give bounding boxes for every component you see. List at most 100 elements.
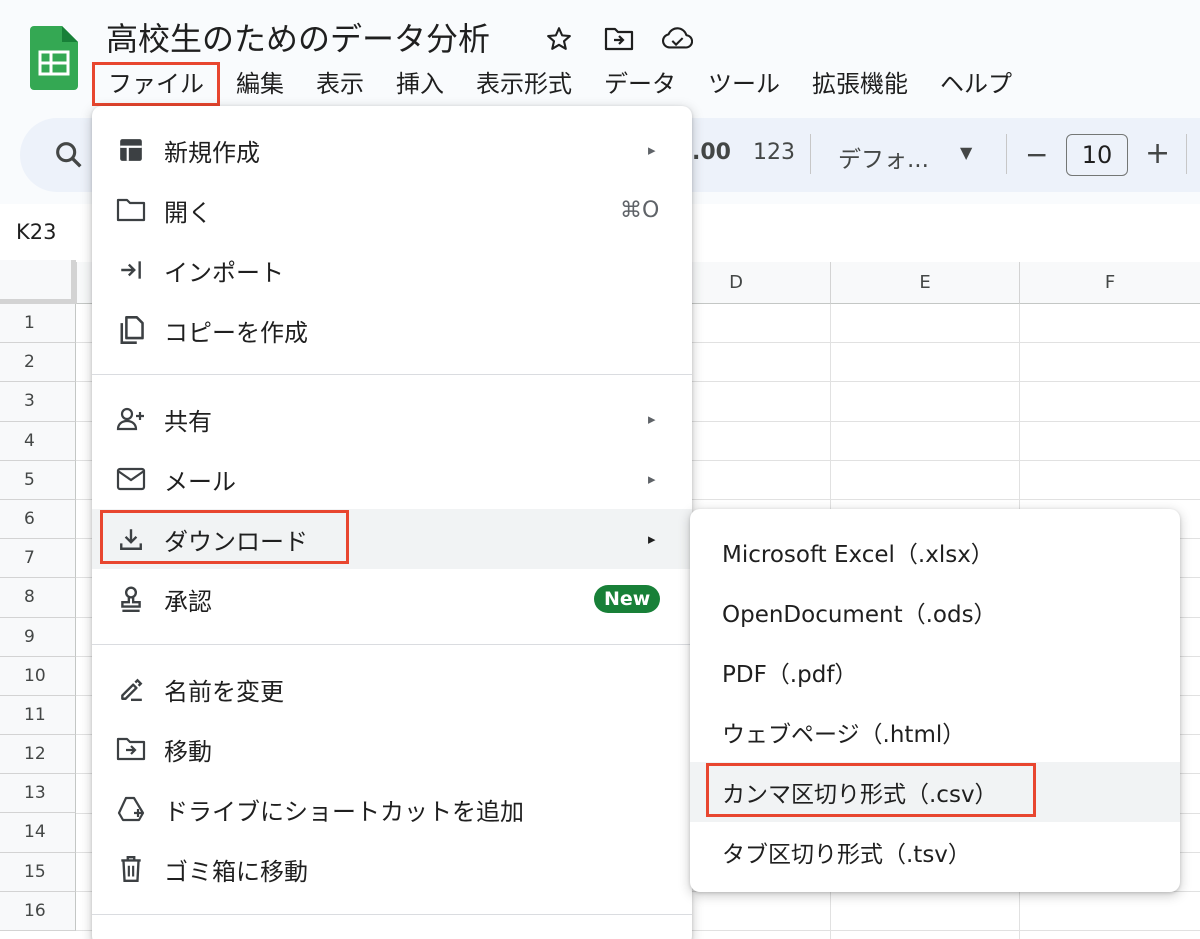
row-header[interactable]: 10 <box>0 656 76 696</box>
file-menu-make-copy[interactable]: コピーを作成 <box>92 300 692 360</box>
menu-view[interactable]: 表示 <box>300 62 380 106</box>
shortcut-text: ⌘O <box>620 197 660 223</box>
row-header[interactable]: 15 <box>0 852 76 892</box>
search-icon[interactable] <box>52 138 86 172</box>
row-header[interactable]: 6 <box>0 499 76 540</box>
row-header[interactable]: 13 <box>0 774 76 814</box>
download-csv[interactable]: カンマ区切り形式（.csv） <box>690 762 1180 822</box>
file-menu-label: ゴミ箱に移動 <box>164 857 308 886</box>
row-header[interactable]: 9 <box>0 617 76 657</box>
menu-format[interactable]: 表示形式 <box>460 62 588 106</box>
file-menu-label: 移動 <box>164 737 212 766</box>
row-header[interactable]: 12 <box>0 735 76 775</box>
menu-data[interactable]: データ <box>588 62 692 106</box>
menu-insert[interactable]: 挿入 <box>380 62 460 106</box>
download-html[interactable]: ウェブページ（.html） <box>690 702 1180 762</box>
select-all-corner[interactable] <box>0 260 76 304</box>
file-menu-move[interactable]: 移動 <box>92 719 692 779</box>
drive-shortcut-icon <box>116 794 146 824</box>
name-box[interactable]: K23 <box>16 220 57 244</box>
file-menu-label: インポート <box>164 258 284 287</box>
file-menu-label: ダウンロード <box>164 527 308 556</box>
file-menu-label: 名前を変更 <box>164 677 284 706</box>
menu-file[interactable]: ファイル <box>92 62 220 106</box>
menu-divider <box>92 374 692 375</box>
file-menu-label: コピーを作成 <box>164 318 308 347</box>
submenu-label: OpenDocument（.ods） <box>722 602 997 628</box>
file-menu-share[interactable]: 共有 ▸ <box>92 389 692 449</box>
file-menu-email[interactable]: メール ▸ <box>92 449 692 509</box>
download-pdf[interactable]: PDF（.pdf） <box>690 642 1180 702</box>
approval-stamp-icon <box>116 584 146 614</box>
new-badge: New <box>594 585 661 613</box>
move-to-folder-icon[interactable] <box>603 24 635 54</box>
file-menu-label: 承認 <box>164 587 212 616</box>
file-menu-label: 共有 <box>164 407 212 436</box>
chevron-down-icon[interactable]: ▼ <box>960 143 972 162</box>
submenu-label: タブ区切り形式（.tsv） <box>722 842 971 868</box>
download-icon <box>116 524 146 554</box>
row-header[interactable]: 2 <box>0 343 76 383</box>
share-person-icon <box>116 404 146 434</box>
sheets-logo-icon[interactable] <box>30 26 78 90</box>
file-menu-label: ドライブにショートカットを追加 <box>164 797 524 826</box>
row-headers: 1 2 3 4 5 6 7 8 9 10 11 12 13 14 15 16 <box>0 304 76 931</box>
copy-icon <box>116 315 146 345</box>
file-menu-download[interactable]: ダウンロード ▸ <box>92 509 692 569</box>
file-menu-approvals[interactable]: 承認 New <box>92 569 692 629</box>
row-header[interactable]: 3 <box>0 382 76 422</box>
folder-open-icon <box>116 195 146 225</box>
submenu-label: ウェブページ（.html） <box>722 722 966 748</box>
increase-decimal-button[interactable]: .00 <box>692 140 731 165</box>
font-size-decrease-button[interactable]: − <box>1025 138 1048 171</box>
row-header[interactable]: 16 <box>0 891 76 931</box>
toolbar-divider <box>1006 134 1007 174</box>
submenu-arrow-icon: ▸ <box>648 141 656 159</box>
menu-extensions[interactable]: 拡張機能 <box>796 62 924 106</box>
file-menu-label: メール <box>164 467 236 496</box>
move-folder-icon <box>116 734 146 764</box>
download-submenu: Microsoft Excel（.xlsx） OpenDocument（.ods… <box>690 509 1180 892</box>
menu-edit[interactable]: 編集 <box>220 62 300 106</box>
font-family-select[interactable]: デフォ... <box>838 140 929 174</box>
menu-tools[interactable]: ツール <box>692 62 796 106</box>
file-menu-new[interactable]: 新規作成 ▸ <box>92 120 692 180</box>
mail-icon <box>116 464 146 494</box>
row-header[interactable]: 1 <box>0 304 76 344</box>
row-header[interactable]: 4 <box>0 421 76 461</box>
rename-pencil-icon <box>116 674 146 704</box>
row-header[interactable]: 8 <box>0 578 76 618</box>
file-menu-import[interactable]: インポート <box>92 240 692 300</box>
new-sheet-icon <box>116 135 146 165</box>
font-size-input[interactable]: 10 <box>1066 134 1128 176</box>
download-xlsx[interactable]: Microsoft Excel（.xlsx） <box>690 522 1180 582</box>
submenu-label: Microsoft Excel（.xlsx） <box>722 542 994 568</box>
file-menu-trash[interactable]: ゴミ箱に移動 <box>92 839 692 899</box>
font-size-increase-button[interactable]: + <box>1145 136 1170 171</box>
import-icon <box>116 255 146 285</box>
file-menu-add-shortcut[interactable]: ドライブにショートカットを追加 <box>92 779 692 839</box>
row-header[interactable]: 14 <box>0 813 76 853</box>
column-header-e[interactable]: E <box>830 262 1019 304</box>
submenu-label: PDF（.pdf） <box>722 662 858 688</box>
download-ods[interactable]: OpenDocument（.ods） <box>690 582 1180 642</box>
document-title[interactable]: 高校生のためのデータ分析 <box>106 14 490 60</box>
submenu-label: カンマ区切り形式（.csv） <box>722 782 998 808</box>
row-header[interactable]: 11 <box>0 695 76 736</box>
file-menu-rename[interactable]: 名前を変更 <box>92 659 692 719</box>
row-header[interactable]: 7 <box>0 539 76 579</box>
star-icon[interactable] <box>543 24 575 54</box>
menu-divider <box>92 644 692 645</box>
toolbar-divider <box>810 134 811 174</box>
number-format-button[interactable]: 123 <box>753 140 795 165</box>
row-header[interactable]: 5 <box>0 460 76 500</box>
column-header-f[interactable]: F <box>1019 262 1200 304</box>
submenu-arrow-icon: ▸ <box>648 530 656 548</box>
file-menu-open[interactable]: 開く ⌘O <box>92 180 692 240</box>
menu-divider <box>92 914 692 915</box>
download-tsv[interactable]: タブ区切り形式（.tsv） <box>690 822 1180 882</box>
menu-help[interactable]: ヘルプ <box>924 62 1028 106</box>
cloud-saved-icon[interactable] <box>661 24 693 54</box>
trash-icon <box>116 854 146 884</box>
submenu-arrow-icon: ▸ <box>648 410 656 428</box>
